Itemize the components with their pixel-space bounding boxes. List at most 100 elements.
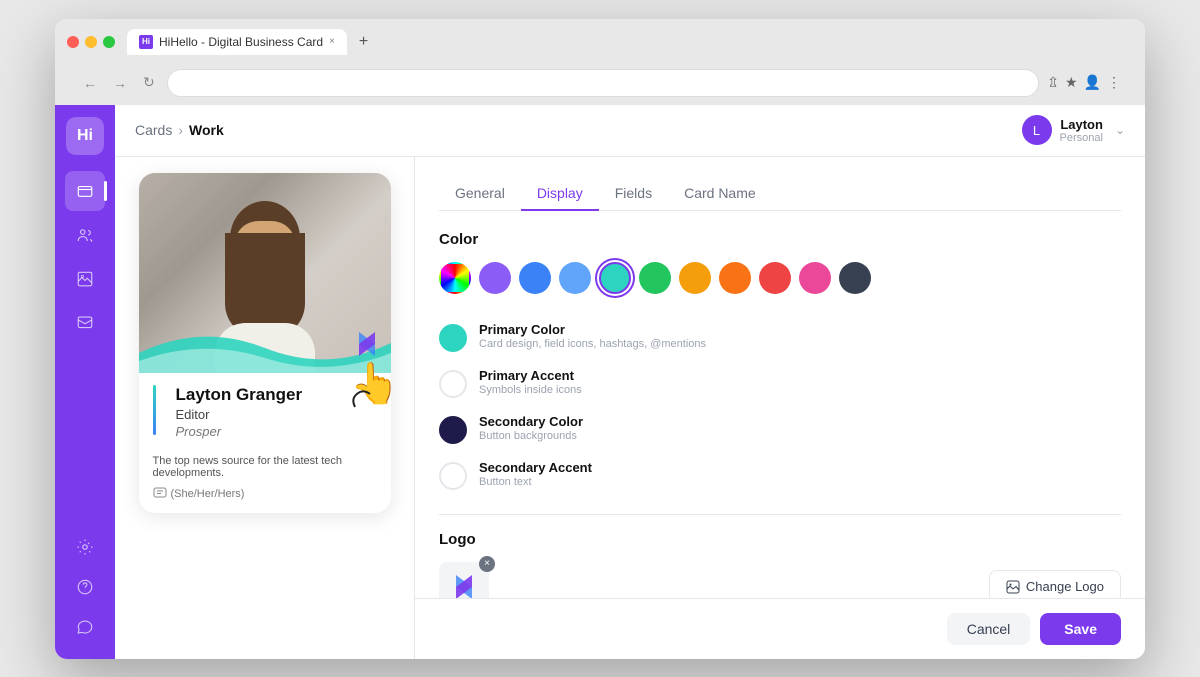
orange-swatch[interactable] <box>719 262 751 294</box>
card-divider <box>153 385 156 435</box>
user-role: Personal <box>1060 132 1103 144</box>
rainbow-swatch[interactable] <box>439 262 471 294</box>
cancel-button[interactable]: Cancel <box>947 613 1031 645</box>
tab-close-icon[interactable]: × <box>329 36 335 47</box>
tab-title: HiHello - Digital Business Card <box>159 35 323 49</box>
dark-swatch[interactable] <box>839 262 871 294</box>
topbar: Cards › Work L Layton Personal ⌄ <box>115 105 1145 157</box>
sidebar-item-chat[interactable] <box>65 607 105 647</box>
primary-accent-info: Primary Accent Symbols inside icons <box>479 368 582 396</box>
save-button[interactable]: Save <box>1040 613 1121 645</box>
browser-toolbar: ← → ↻ ⇫ ★ 👤 ⋮ <box>67 63 1133 105</box>
tab-favicon: Hi <box>139 35 153 49</box>
secondary-color-option[interactable]: Secondary Color Button backgrounds <box>439 406 1121 452</box>
user-name: Layton <box>1060 117 1103 132</box>
main-content: Cards › Work L Layton Personal ⌄ <box>115 105 1145 659</box>
cursor-annotation: 👆 <box>345 352 405 417</box>
svg-text:👆: 👆 <box>350 360 400 406</box>
logo-remove-button[interactable]: × <box>479 556 495 572</box>
breadcrumb-separator: › <box>178 122 183 138</box>
secondary-accent-circle <box>439 462 467 490</box>
business-card: Layton Granger Editor Prosper The top ne… <box>139 173 391 513</box>
card-preview-panel: 👆 <box>115 157 415 659</box>
primary-color-option[interactable]: Primary Color Card design, field icons, … <box>439 314 1121 360</box>
teal-swatch[interactable] <box>599 262 631 294</box>
profile-icon[interactable]: 👤 <box>1084 74 1101 91</box>
breadcrumb-parent[interactable]: Cards <box>135 122 172 138</box>
primary-color-label: Primary Color <box>479 322 706 337</box>
content-area: 👆 <box>115 157 1145 659</box>
pink-swatch[interactable] <box>799 262 831 294</box>
primary-accent-option[interactable]: Primary Accent Symbols inside icons <box>439 360 1121 406</box>
avatar: L <box>1022 115 1052 145</box>
browser-chrome: Hi HiHello - Digital Business Card × + ←… <box>55 19 1145 105</box>
tab-bar: Hi HiHello - Digital Business Card × + <box>127 29 376 55</box>
card-pronouns: (She/Her/Hers) <box>153 487 377 501</box>
sidebar-item-media[interactable] <box>65 259 105 299</box>
bookmark-icon[interactable]: ★ <box>1065 74 1078 91</box>
change-logo-button[interactable]: Change Logo <box>989 570 1121 598</box>
new-tab-button[interactable]: + <box>351 29 376 55</box>
secondary-accent-info: Secondary Accent Button text <box>479 460 592 488</box>
media-icon <box>76 270 94 288</box>
tab-display[interactable]: Display <box>521 177 599 211</box>
card-person-title: Editor <box>176 407 303 422</box>
minimize-button[interactable] <box>85 36 97 48</box>
purple-swatch[interactable] <box>479 262 511 294</box>
forward-button[interactable]: → <box>109 73 131 93</box>
logo-preview-area: × Change Logo <box>439 562 1121 598</box>
address-bar[interactable] <box>167 69 1040 97</box>
tab-card-name[interactable]: Card Name <box>668 177 772 211</box>
secondary-color-label: Secondary Color <box>479 414 583 429</box>
reload-button[interactable]: ↻ <box>139 72 159 93</box>
card-photo-area <box>139 173 391 373</box>
light-blue-swatch[interactable] <box>559 262 591 294</box>
browser-tab[interactable]: Hi HiHello - Digital Business Card × <box>127 29 347 55</box>
secondary-accent-label: Secondary Accent <box>479 460 592 475</box>
green-swatch[interactable] <box>639 262 671 294</box>
image-icon <box>1006 580 1020 594</box>
sidebar-item-settings[interactable] <box>65 527 105 567</box>
maximize-button[interactable] <box>103 36 115 48</box>
chevron-down-icon[interactable]: ⌄ <box>1115 123 1125 137</box>
traffic-lights <box>67 36 115 48</box>
comment-icon <box>153 487 167 501</box>
logo-section-title: Logo <box>439 531 1121 548</box>
tab-fields[interactable]: Fields <box>599 177 668 211</box>
tab-general[interactable]: General <box>439 177 521 211</box>
section-divider <box>439 514 1121 515</box>
app-container: Hi <box>55 105 1145 659</box>
blue-swatch[interactable] <box>519 262 551 294</box>
red-swatch[interactable] <box>759 262 791 294</box>
topbar-right: L Layton Personal ⌄ <box>1022 115 1125 145</box>
more-options-icon[interactable]: ⋮ <box>1107 74 1121 91</box>
primary-color-circle <box>439 324 467 352</box>
color-swatches <box>439 262 1121 294</box>
breadcrumb-current: Work <box>189 122 224 138</box>
title-bar: Hi HiHello - Digital Business Card × + <box>67 29 1133 55</box>
hand-cursor-icon: 👆 <box>345 352 405 412</box>
secondary-color-circle <box>439 416 467 444</box>
secondary-accent-desc: Button text <box>479 476 592 488</box>
share-icon[interactable]: ⇫ <box>1047 74 1059 91</box>
card-bio: The top news source for the latest tech … <box>153 455 377 479</box>
logo-thumb-wrapper: × <box>439 562 489 598</box>
sidebar-logo[interactable]: Hi <box>66 117 104 155</box>
secondary-accent-option[interactable]: Secondary Accent Button text <box>439 452 1121 498</box>
sidebar-item-contacts[interactable] <box>65 215 105 255</box>
tabs: General Display Fields Card Name <box>439 177 1121 211</box>
close-button[interactable] <box>67 36 79 48</box>
color-section: Color <box>439 231 1121 498</box>
yellow-swatch[interactable] <box>679 262 711 294</box>
sidebar-item-cards[interactable] <box>65 171 105 211</box>
sidebar-item-messages[interactable] <box>65 303 105 343</box>
card-icon <box>76 182 94 200</box>
help-icon <box>76 578 94 596</box>
sidebar-item-help[interactable] <box>65 567 105 607</box>
logo-preview-svg <box>449 572 479 598</box>
back-button[interactable]: ← <box>79 73 101 93</box>
logo-section: Logo × <box>439 531 1121 598</box>
primary-accent-circle <box>439 370 467 398</box>
sidebar: Hi <box>55 105 115 659</box>
contacts-icon <box>76 226 94 244</box>
